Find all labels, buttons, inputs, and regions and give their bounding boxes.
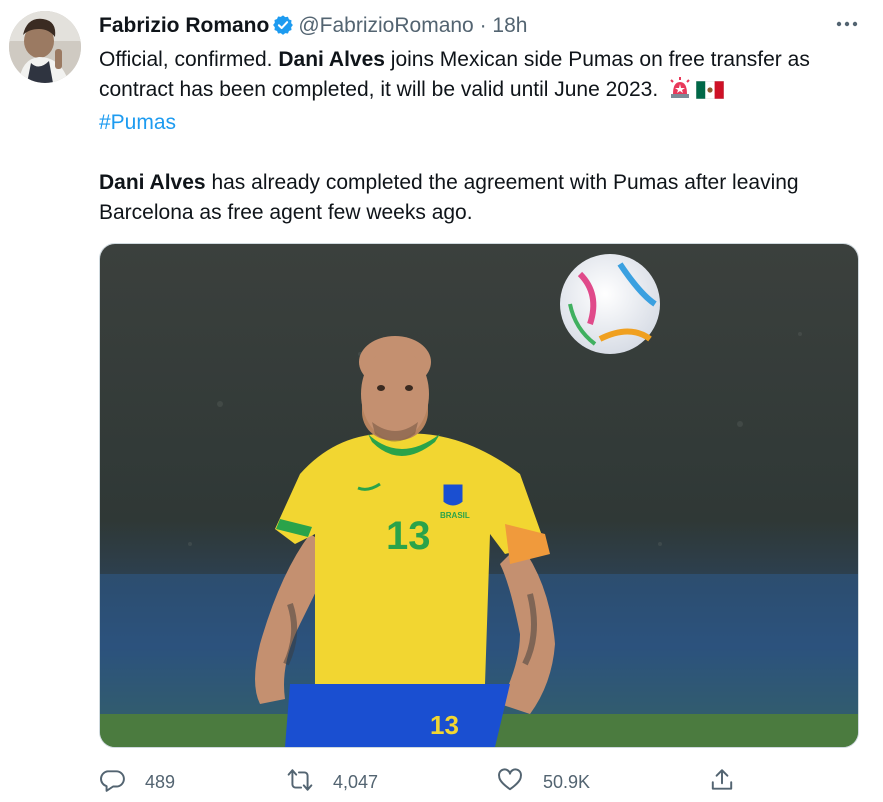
mention-name-2: Dani Alves [99,171,206,194]
mexico-flag-emoji-icon [695,78,725,108]
retweet-icon [287,767,333,798]
siren-emoji-icon [668,77,692,108]
like-count: 50.9K [543,771,591,792]
verified-badge-icon [272,14,294,36]
hashtag-link[interactable]: #Pumas [99,111,176,134]
author-handle[interactable]: @FabrizioRomano [298,14,473,37]
retweet-button[interactable]: 4,047 [287,764,378,800]
avatar[interactable] [9,11,81,83]
tweet-timestamp[interactable]: 18h [492,14,527,37]
jersey-number: 13 [386,514,431,558]
reply-button[interactable]: 489 [99,764,175,800]
share-button[interactable] [709,764,755,800]
reply-icon [99,767,145,798]
mention-name: Dani Alves [278,48,385,71]
retweet-count: 4,047 [333,771,379,792]
header-separator: · [479,14,487,37]
svg-text:13: 13 [430,710,459,740]
author-name[interactable]: Fabrizio Romano [99,14,269,37]
reply-count: 489 [145,771,176,792]
football [560,254,660,354]
share-icon [709,767,755,798]
tweet-paragraph-2: Dani Alves has already completed the agr… [99,171,799,224]
more-options-icon[interactable] [835,12,859,36]
tweet-actions: 489 4,047 50.9K [99,764,759,800]
heart-icon [497,767,543,798]
tweet-text: Official, confirmed. Dani Alves joins Me… [99,45,869,228]
tweet[interactable]: Fabrizio Romano @FabrizioRomano · 18h Off… [0,0,883,802]
tweet-image[interactable]: 13 13 BRASIL [99,243,859,748]
tweet-header: Fabrizio Romano @FabrizioRomano · 18h [99,13,863,41]
tweet-paragraph-1: Official, confirmed. Dani Alves joins Me… [99,48,810,134]
like-button[interactable]: 50.9K [497,764,590,800]
crest-text: BRASIL [440,511,470,520]
